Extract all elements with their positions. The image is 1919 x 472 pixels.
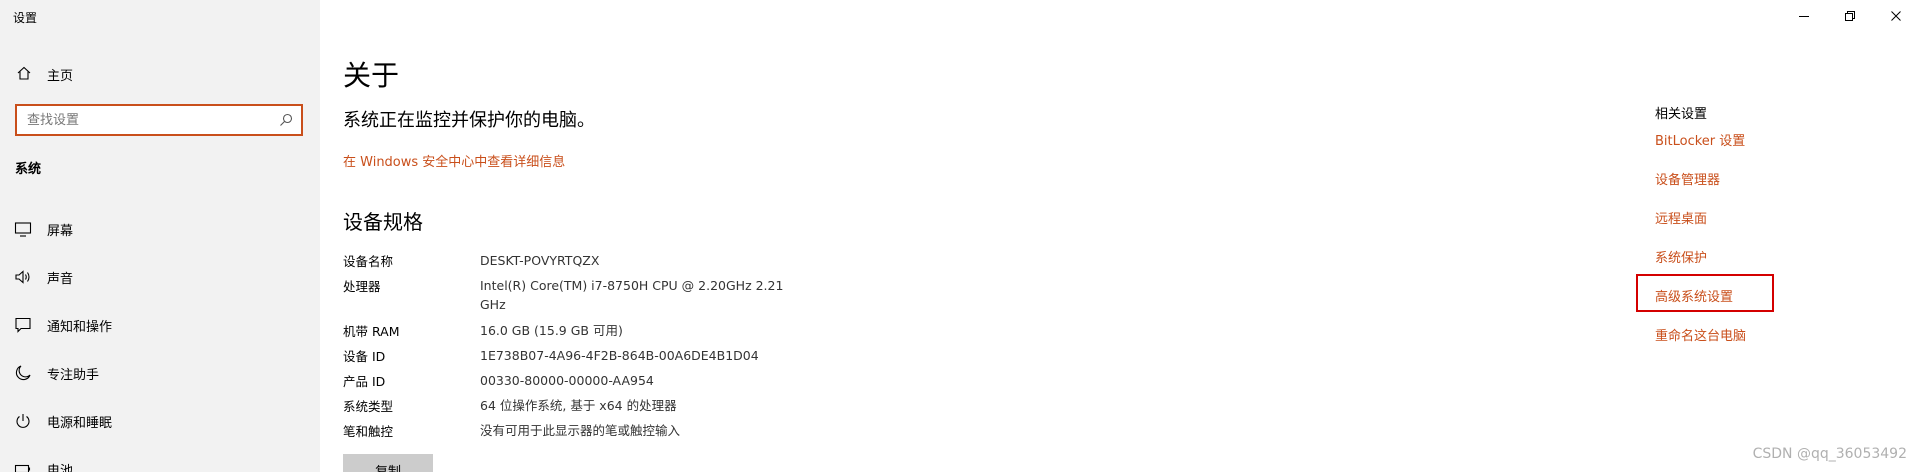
spec-key: 笔和触控 <box>343 424 394 439</box>
nav-home[interactable]: 主页 <box>0 58 320 88</box>
device-manager-link[interactable]: 设备管理器 <box>1655 169 1720 188</box>
spec-key: 机带 RAM <box>343 324 400 339</box>
sidebar-item-sound[interactable]: 声音 <box>0 253 320 301</box>
section-title: 系统 <box>15 162 42 177</box>
spec-key: 处理器 <box>343 279 381 294</box>
watermark: CSDN @qq_36053492 <box>1752 446 1907 462</box>
sidebar: 设置 主页 系统 屏幕 声音 通知和操作 <box>0 0 320 472</box>
sidebar-item-label: 电池 <box>47 464 74 472</box>
sidebar-item-power-sleep[interactable]: 电源和睡眠 <box>0 397 320 445</box>
spec-key: 系统类型 <box>343 399 394 414</box>
protection-status: 系统正在监控并保护你的电脑。 <box>343 110 595 131</box>
close-button[interactable] <box>1873 0 1919 32</box>
main-content: 关于 系统正在监控并保护你的电脑。 在 Windows 安全中心中查看详细信息 … <box>320 0 1919 472</box>
sidebar-item-label: 通知和操作 <box>47 320 113 335</box>
app-title: 设置 <box>13 11 38 25</box>
spec-key: 设备 ID <box>343 349 386 364</box>
spec-value: 00330-80000-00000-AA954 <box>480 373 654 388</box>
page-title: 关于 <box>343 59 400 92</box>
related-settings-title: 相关设置 <box>1655 107 1708 122</box>
spec-value: Intel(R) Core(TM) i7-8750H CPU @ 2.20GHz… <box>480 278 784 312</box>
minimize-icon <box>1799 16 1809 17</box>
highlight-box <box>1636 274 1774 312</box>
spec-value: 没有可用于此显示器的笔或触控输入 <box>480 423 681 438</box>
sidebar-item-notifications[interactable]: 通知和操作 <box>0 301 320 349</box>
spec-value: DESKT-POVYRTQZX <box>480 253 600 268</box>
monitor-icon <box>14 222 32 237</box>
sidebar-item-label: 电源和睡眠 <box>47 416 113 431</box>
nav-list: 屏幕 声音 通知和操作 专注助手 电源和睡眠 电池 <box>0 205 320 472</box>
speaker-icon <box>15 270 30 284</box>
spec-value: 64 位操作系统, 基于 x64 的处理器 <box>480 398 677 413</box>
notification-icon <box>15 317 31 333</box>
system-protection-link[interactable]: 系统保护 <box>1655 247 1707 266</box>
restore-button[interactable] <box>1827 0 1873 32</box>
sidebar-item-display[interactable]: 屏幕 <box>0 205 320 253</box>
search-icon[interactable] <box>279 113 293 127</box>
sidebar-item-label: 专注助手 <box>47 368 100 383</box>
battery-icon <box>14 464 31 472</box>
sidebar-item-focus-assist[interactable]: 专注助手 <box>0 349 320 397</box>
power-icon <box>16 414 30 428</box>
remote-desktop-link[interactable]: 远程桌面 <box>1655 208 1707 227</box>
sidebar-item-label: 屏幕 <box>47 224 74 239</box>
copy-button[interactable]: 复制 <box>343 454 433 472</box>
search-input[interactable] <box>17 106 301 134</box>
search-box[interactable] <box>15 104 303 136</box>
moon-icon <box>15 365 31 381</box>
bitlocker-settings-link[interactable]: BitLocker 设置 <box>1655 130 1745 149</box>
spec-value: 16.0 GB (15.9 GB 可用) <box>480 323 623 338</box>
spec-key: 产品 ID <box>343 374 386 389</box>
sidebar-item-label: 声音 <box>47 272 74 287</box>
spec-key: 设备名称 <box>343 254 394 269</box>
sidebar-item-battery[interactable]: 电池 <box>0 445 320 472</box>
restore-icon <box>1845 11 1855 21</box>
spec-section-title: 设备规格 <box>343 210 423 234</box>
home-icon <box>17 66 31 80</box>
security-center-link[interactable]: 在 Windows 安全中心中查看详细信息 <box>343 151 565 170</box>
minimize-button[interactable] <box>1781 0 1827 32</box>
spec-value: 1E738B07-4A96-4F2B-864B-00A6DE4B1D04 <box>480 348 759 363</box>
close-icon <box>1891 11 1901 21</box>
rename-pc-link[interactable]: 重命名这台电脑 <box>1655 325 1746 344</box>
nav-home-label: 主页 <box>47 69 74 84</box>
window-controls <box>1781 0 1919 32</box>
